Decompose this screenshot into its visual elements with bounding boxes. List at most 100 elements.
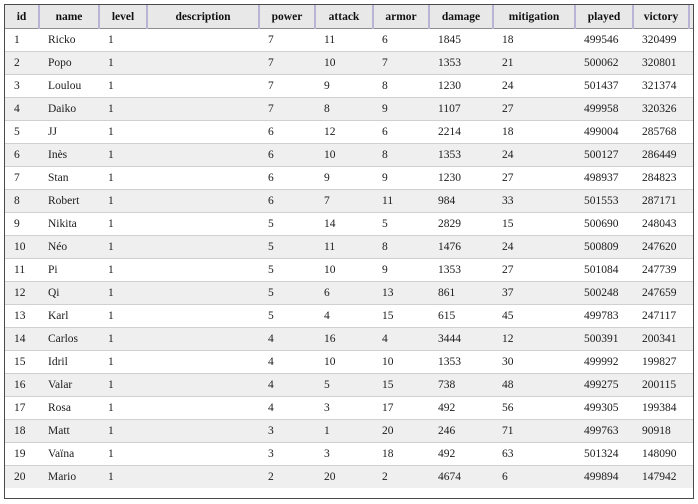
cell-damage: 1353 [429,143,493,167]
cell-defeat: 283938 [689,350,693,374]
cell-power: 6 [259,143,315,167]
cell-name: Vaïna [39,442,99,466]
cell-mitigation: 45 [493,304,575,328]
cell-defeat: 237474 [689,235,693,259]
column-header-mitigation[interactable]: mitigation [493,5,576,29]
cell-victory: 320499 [633,28,689,52]
cell-id: 2 [5,51,39,75]
cell-level: 1 [99,212,147,236]
cell-name: Nikita [39,212,99,236]
cell-name: Idril [39,350,99,374]
cell-name: Néo [39,235,99,259]
table-frame-inner: id name level description power attack armor da… [4,4,694,499]
table-row[interactable]: 1Ricko1711618451849954632049916659612451 [5,28,693,52]
column-header-played[interactable]: played [575,5,634,29]
cell-id: 1 [5,28,39,52]
cell-victory: 320326 [633,97,689,121]
column-header-victory[interactable]: victory [633,5,690,29]
cell-played: 499894 [575,465,633,488]
table-row[interactable]: 11Pi1510913532750108424773923734116004 [5,258,693,282]
cell-played: 499004 [575,120,633,144]
table-row[interactable]: 18Matt13120246714997639091839597812867 [5,419,693,443]
table-row[interactable]: 9Nikita151452829155006902480432367671588… [5,212,693,236]
cell-name: Pi [39,258,99,282]
cell-level: 1 [99,143,147,167]
table-row[interactable]: 13Karl154156154549978324711723671315953 [5,304,693,328]
table-row[interactable]: 6Inès1610813532450012728644919767616002 [5,143,693,167]
table-row[interactable]: 10Néo1511814762450080924762023747415715 [5,235,693,259]
cell-power: 5 [259,235,315,259]
table-frame: id name level description power attack armor da… [0,0,698,504]
cell-power: 7 [259,51,315,75]
cell-description [147,189,259,213]
table-row[interactable]: 2Popo1710713532150006232080116669412567 [5,51,693,75]
column-header-name[interactable]: name [39,5,100,29]
cell-description [147,327,259,351]
cell-victory: 284823 [633,166,689,190]
cell-victory: 200341 [633,327,689,351]
cell-level: 1 [99,97,147,121]
column-header-id[interactable]: id [5,5,40,29]
table-row[interactable]: 3Loulou179812302450143732137416750912554 [5,74,693,98]
cell-id: 7 [5,166,39,190]
cell-played: 501437 [575,74,633,98]
table-row[interactable]: 20Mario122024674649989414794233829013662 [5,465,693,488]
cell-power: 5 [259,304,315,328]
cell-level: 1 [99,465,147,488]
column-header-damage[interactable]: damage [429,5,494,29]
table-row[interactable]: 12Qi156138613750024824765923657716012 [5,281,693,305]
cell-id: 19 [5,442,39,466]
cell-played: 500391 [575,327,633,351]
column-header-power[interactable]: power [259,5,316,29]
cell-victory: 199827 [633,350,689,374]
cell-attack: 3 [315,442,373,466]
cell-name: Stan [39,166,99,190]
cell-level: 1 [99,235,147,259]
table-row[interactable]: 4Daiko178911072749995832032616718612446 [5,97,693,121]
column-header-attack[interactable]: attack [315,5,374,29]
cell-armor: 8 [373,143,429,167]
cell-defeat: 198239 [689,166,693,190]
table-row[interactable]: 8Robert167119843350155328717119811116271 [5,189,693,213]
column-header-armor[interactable]: armor [373,5,430,29]
column-header-defeat[interactable]: defeat [689,5,693,29]
cell-description [147,281,259,305]
cell-played: 499275 [575,373,633,397]
cell-damage: 861 [429,281,493,305]
table-row[interactable]: 17Rosa143174925649930519938428360616315 [5,396,693,420]
cell-level: 1 [99,327,147,351]
cell-damage: 1476 [429,235,493,259]
cell-victory: 287171 [633,189,689,213]
cell-damage: 1230 [429,166,493,190]
cell-name: Qi [39,281,99,305]
table-row[interactable]: 15Idril141010135330499992199827283938162… [5,350,693,374]
cell-mitigation: 24 [493,235,575,259]
column-header-description[interactable]: description [147,5,260,29]
table-row[interactable]: 7Stan169912302749893728482319823915875 [5,166,693,190]
cell-description [147,465,259,488]
cell-power: 5 [259,281,315,305]
cell-played: 499763 [575,419,633,443]
cell-armor: 5 [373,212,429,236]
column-header-level[interactable]: level [99,5,148,29]
cell-defeat: 166694 [689,51,693,75]
table-row[interactable]: 14Carlos14164344412500391200341283908161… [5,327,693,351]
cell-name: Daiko [39,97,99,121]
table-row[interactable]: 5JJ1612622141849900428576819703916197 [5,120,693,144]
cell-name: JJ [39,120,99,144]
cell-name: Karl [39,304,99,328]
cell-id: 11 [5,258,39,282]
cell-attack: 20 [315,465,373,488]
cell-damage: 1845 [429,28,493,52]
cell-description [147,74,259,98]
cell-defeat: 283012 [689,373,693,397]
cell-name: Matt [39,419,99,443]
cell-attack: 14 [315,212,373,236]
table-row[interactable]: 19Vaïna133184926350132414809033935213882 [5,442,693,466]
cell-description [147,28,259,52]
table-row[interactable]: 16Valar145157384849927520011528301216148 [5,373,693,397]
cell-attack: 10 [315,350,373,374]
cell-mitigation: 30 [493,350,575,374]
cell-attack: 10 [315,258,373,282]
cell-defeat: 236577 [689,281,693,305]
